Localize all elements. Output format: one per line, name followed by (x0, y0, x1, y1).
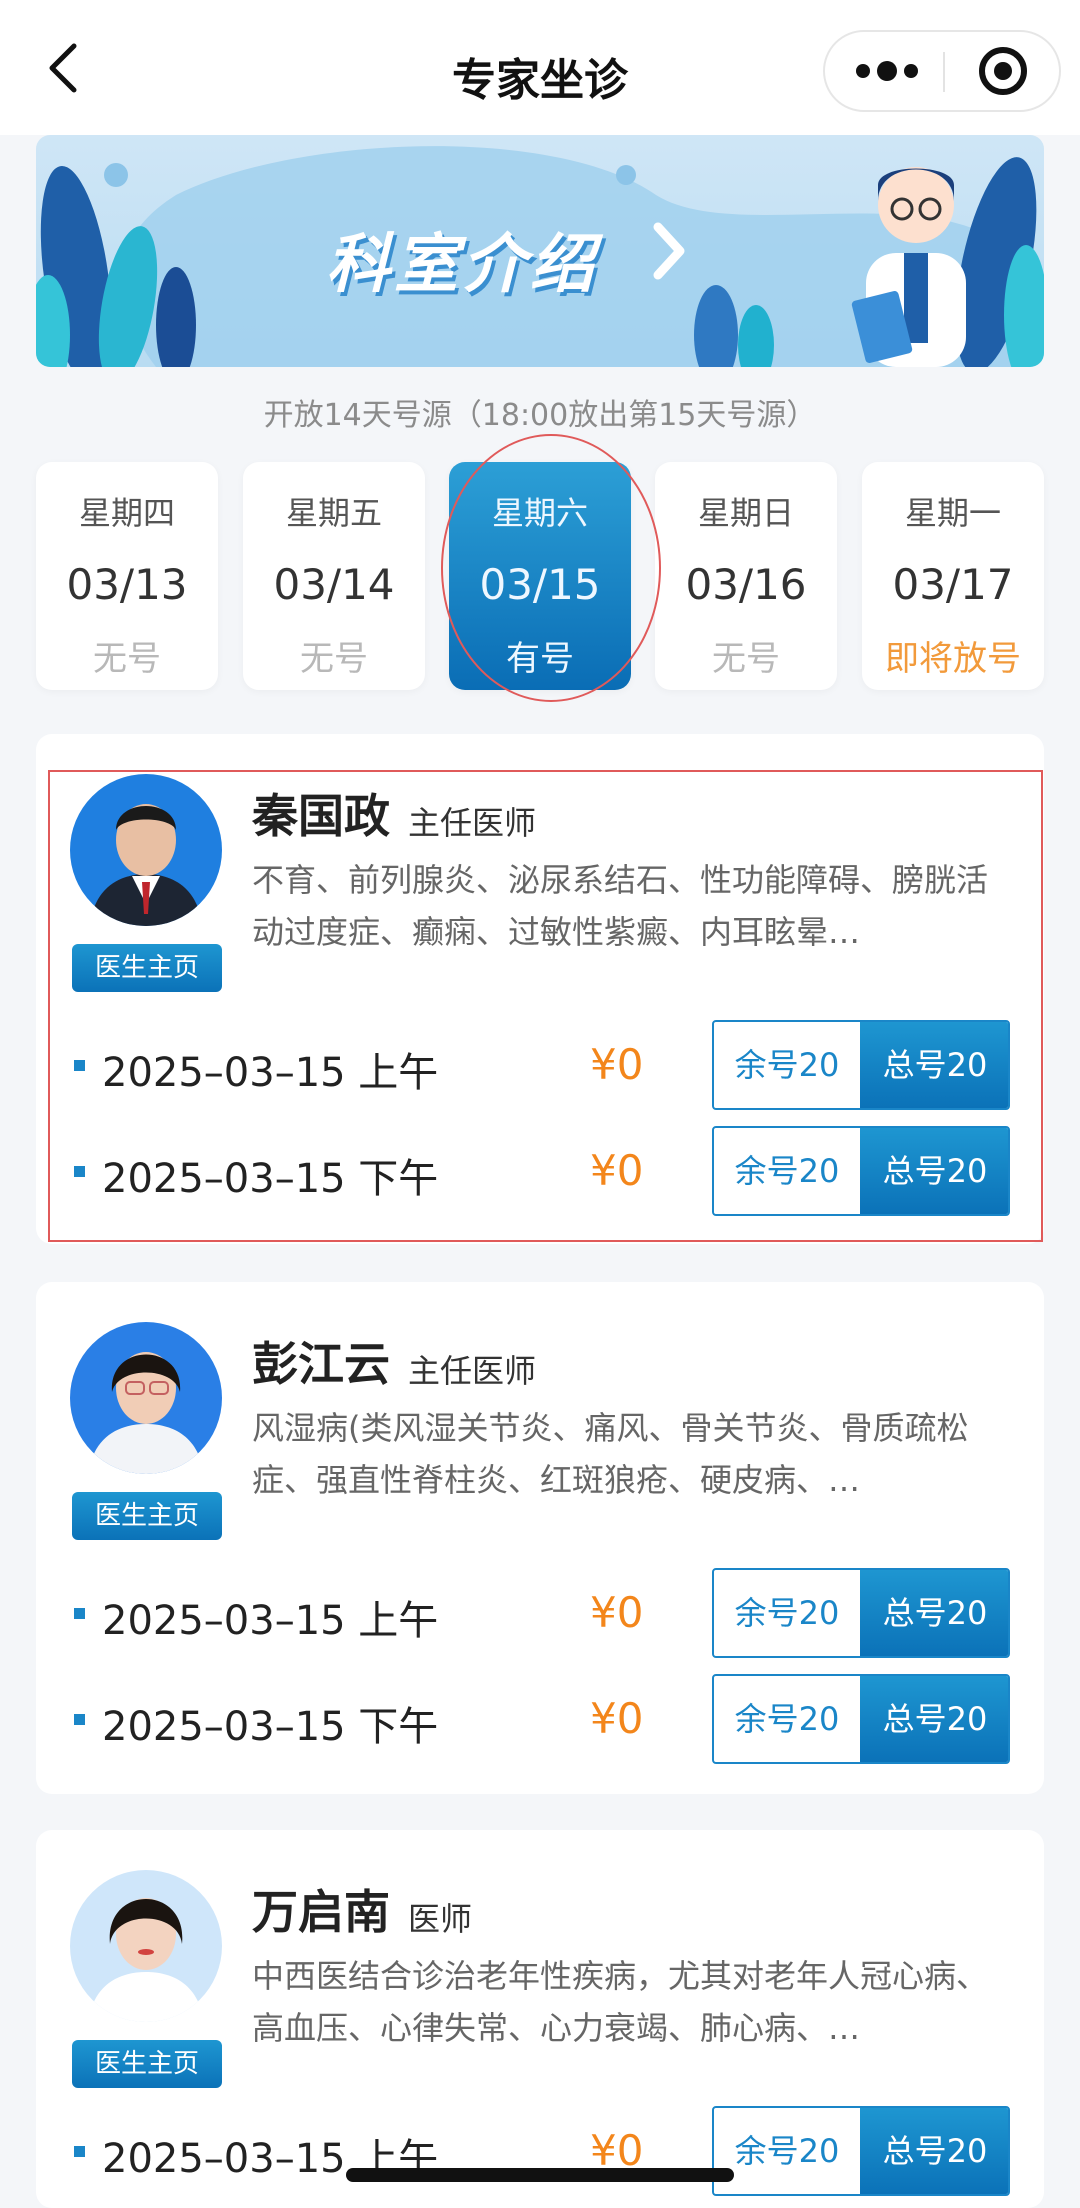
remaining-count: 余号20 (734, 2132, 840, 2170)
remaining-count: 余号20 (734, 1594, 840, 1632)
doctor-name: 万启南 (252, 1885, 390, 1939)
day-status: 无号 (93, 639, 161, 679)
doctor-specialty: 风湿病(类风湿关节炎、痛风、骨关节炎、骨质疏松症、强直性脊柱炎、红斑狼疮、硬皮病… (252, 1409, 969, 1499)
navigation-bar: 专家坐诊 (0, 0, 1080, 135)
schedule-notice: 开放14天号源（18:00放出第15天号源） (263, 398, 817, 433)
doctor-card: 医生主页 万启南 医师 中西医结合诊治老年性疾病，尤其对老年人冠心病、高血压、心… (36, 1830, 1044, 2208)
annotation-box (48, 770, 1043, 1242)
doctor-title: 主任医师 (408, 1352, 537, 1390)
doctor-specialty: 中西医结合诊治老年性疾病，尤其对老年人冠心病、高血压、心律失常、心力衰竭、肺心病… (252, 1957, 989, 2047)
annotation-circle (441, 434, 661, 702)
day-weekday: 星期四 (78, 494, 175, 532)
slot-time: 2025–03–15 上午 (102, 1598, 439, 1644)
chevron-right-icon (648, 221, 688, 281)
day-weekday: 星期一 (904, 494, 1001, 532)
close-target-icon[interactable] (945, 32, 1061, 110)
day-status: 即将放号 (885, 639, 1021, 679)
doctor-home-button[interactable]: 医生主页 (72, 2040, 222, 2088)
doctor-avatar[interactable] (70, 1322, 222, 1474)
day-tab-mon[interactable]: 星期一 03/17 即将放号 (862, 462, 1044, 690)
doctor-card: 医生主页 彭江云 主任医师 风湿病(类风湿关节炎、痛风、骨关节炎、骨质疏松症、强… (36, 1282, 1044, 1794)
department-intro-banner[interactable]: 科室介绍 (36, 135, 1044, 367)
day-status: 无号 (712, 639, 780, 679)
slot-bullet (74, 1608, 85, 1619)
book-slot-button[interactable]: 余号20 总号20 (712, 1674, 1010, 1764)
more-icon[interactable] (825, 32, 943, 110)
doctor-title: 医师 (408, 1900, 473, 1938)
total-count: 总号20 (860, 1676, 1008, 1762)
remaining-count: 余号20 (734, 1700, 840, 1738)
slot-time: 2025–03–15 下午 (102, 1704, 439, 1750)
day-status: 无号 (300, 639, 368, 679)
day-date: 03/14 (273, 560, 395, 609)
home-indicator (346, 2168, 734, 2182)
doctor-name: 彭江云 (252, 1337, 390, 1391)
total-count: 总号20 (860, 2108, 1008, 2194)
book-slot-button[interactable]: 余号20 总号20 (712, 2106, 1010, 2196)
day-weekday: 星期五 (285, 494, 382, 532)
slot-price: ¥0 (590, 1694, 644, 1743)
day-date: 03/17 (892, 560, 1014, 609)
slot-price: ¥0 (590, 1588, 644, 1637)
banner-title: 科室介绍 (326, 228, 598, 302)
slot-bullet (74, 2146, 85, 2157)
day-weekday: 星期日 (697, 494, 794, 532)
doctor-avatar[interactable] (70, 1870, 222, 2022)
doctor-home-button[interactable]: 医生主页 (72, 1492, 222, 1540)
day-tab-thu[interactable]: 星期四 03/13 无号 (36, 462, 218, 690)
day-tab-fri[interactable]: 星期五 03/14 无号 (243, 462, 425, 690)
day-date: 03/16 (685, 560, 807, 609)
day-tab-sun[interactable]: 星期日 03/16 无号 (655, 462, 837, 690)
slot-bullet (74, 1714, 85, 1725)
total-count: 总号20 (860, 1570, 1008, 1656)
day-date: 03/13 (66, 560, 188, 609)
book-slot-button[interactable]: 余号20 总号20 (712, 1568, 1010, 1658)
mini-program-capsule (823, 30, 1061, 112)
